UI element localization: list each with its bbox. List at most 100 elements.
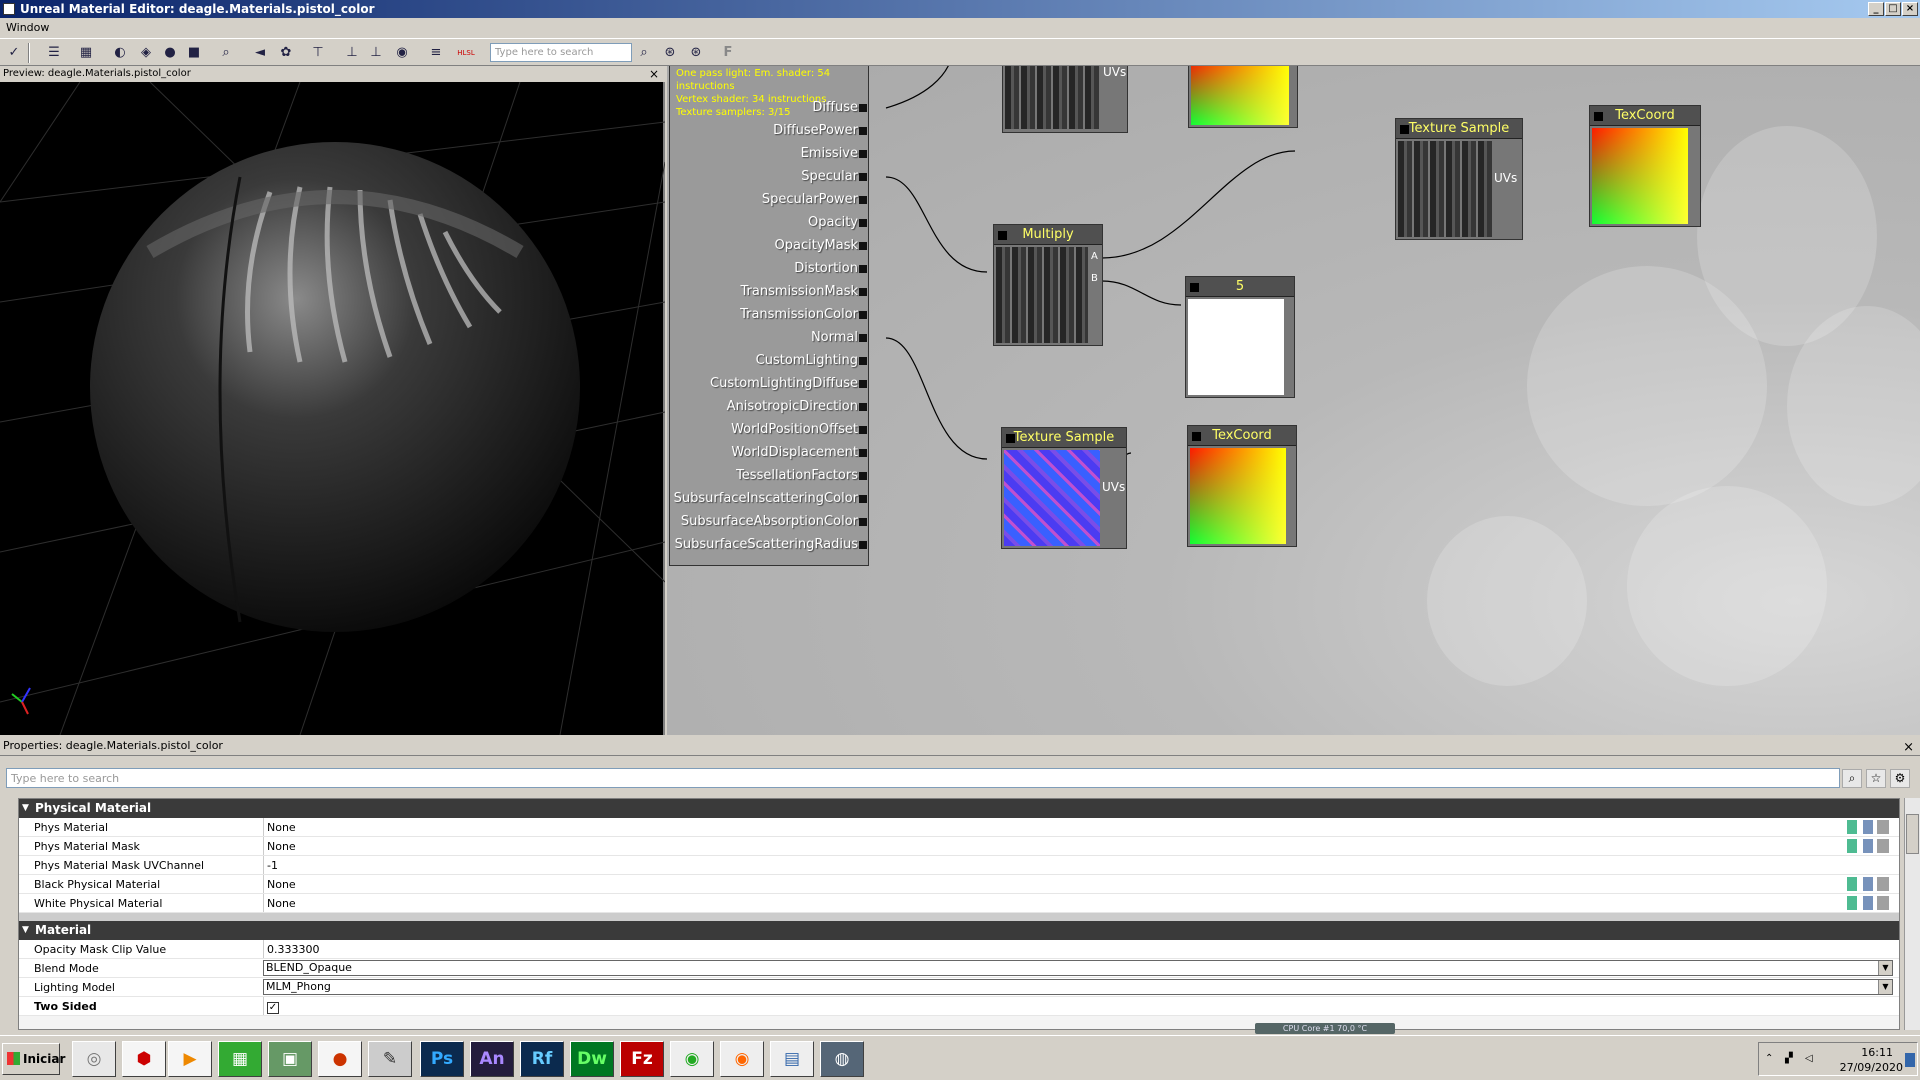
uvs-pin[interactable]: UVs	[1102, 480, 1125, 494]
toggle-live-icon[interactable]: ⊥	[366, 43, 386, 63]
pin-subsurface-absorption-color[interactable]: SubsurfaceAbsorptionColor	[668, 510, 867, 533]
pin-a[interactable]: A	[1091, 251, 1098, 262]
taskbar-animate-icon[interactable]: An	[470, 1041, 514, 1077]
clock-time[interactable]: 16:11	[1861, 1046, 1893, 1059]
cylinder-preview-icon[interactable]: ◐	[110, 43, 130, 63]
pin-transmission-color[interactable]: TransmissionColor	[668, 303, 867, 326]
connector-icon[interactable]: ⊤	[308, 43, 328, 63]
sphere-preview-icon[interactable]: ●	[160, 43, 180, 63]
property-value[interactable]: None	[263, 894, 1899, 912]
lighting-model-select[interactable]: MLM_Phong ▼	[263, 979, 1893, 995]
taskbar-rf-icon[interactable]: Rf	[520, 1041, 564, 1077]
chevron-down-icon[interactable]: ▼	[1878, 961, 1892, 975]
pin-specular-power[interactable]: SpecularPower	[668, 188, 867, 211]
maximize-button[interactable]: □	[1885, 2, 1901, 16]
multiply-node[interactable]: Multiply A B	[993, 224, 1103, 346]
pin-custom-lighting[interactable]: CustomLighting	[668, 349, 867, 372]
taskbar-network-icon[interactable]: ▤	[770, 1041, 814, 1077]
preview-close-icon[interactable]: ×	[649, 66, 659, 82]
pin-subsurface-inscattering-color[interactable]: SubsurfaceInscatteringColor	[668, 487, 867, 510]
taskbar-firefox-icon[interactable]: ◉	[720, 1041, 764, 1077]
property-row[interactable]: Phys Material None	[19, 818, 1899, 837]
taskbar-chrome-icon[interactable]: ◉	[670, 1041, 714, 1077]
texcoord-node-bottom[interactable]: TexCoord	[1187, 425, 1297, 547]
asset-actions-icon[interactable]	[1847, 820, 1889, 834]
taskbar-app-icon[interactable]: ◎	[72, 1041, 116, 1077]
pin-distortion[interactable]: Distortion	[668, 257, 867, 280]
property-row[interactable]: Phys Material Mask None	[19, 837, 1899, 856]
close-button[interactable]: ×	[1902, 2, 1918, 16]
pin-diffuse-power[interactable]: DiffusePower	[668, 119, 867, 142]
material-graph-canvas[interactable]: One pass light: Em. shader: 54 instructi…	[667, 66, 1920, 735]
property-row[interactable]: Blend Mode BLEND_Opaque ▼	[19, 959, 1899, 978]
taskbar-dreamweaver-icon[interactable]: Dw	[570, 1041, 614, 1077]
properties-close-icon[interactable]: ×	[1903, 738, 1914, 758]
property-row[interactable]: Two Sided ✓	[19, 997, 1899, 1016]
taskbar-photoshop-icon[interactable]: Ps	[420, 1041, 464, 1077]
blend-mode-select[interactable]: BLEND_Opaque ▼	[263, 960, 1893, 976]
search-icon[interactable]: ⌕	[634, 43, 654, 63]
taskbar-window-icon[interactable]: ▣	[268, 1041, 312, 1077]
texture-sample-node-partial[interactable]: UVs	[1002, 66, 1128, 133]
property-row[interactable]: Black Physical Material None	[19, 875, 1899, 894]
material-output-node[interactable]: One pass light: Em. shader: 54 instructi…	[669, 66, 869, 566]
plane-preview-icon[interactable]: ■	[184, 43, 204, 63]
volume-icon[interactable]: ◁	[1805, 1053, 1813, 1064]
taskbar-app-icon[interactable]: ◍	[820, 1041, 864, 1077]
taskbar-sheet-icon[interactable]: ▦	[218, 1041, 262, 1077]
grid-icon[interactable]: ▦	[76, 43, 96, 63]
hlsl-icon[interactable]: HLSL	[456, 43, 476, 63]
properties-scrollbar[interactable]	[1904, 798, 1920, 1030]
clock-date[interactable]: 27/09/2020	[1840, 1061, 1903, 1074]
chevron-down-icon[interactable]: ▼	[1878, 980, 1892, 994]
apply-icon[interactable]: ✓	[4, 43, 24, 63]
view-icon[interactable]: ◉	[392, 43, 412, 63]
category-material[interactable]: Material	[19, 921, 1899, 940]
toggle-preview-icon[interactable]: ⊥	[342, 43, 362, 63]
realtime-icon[interactable]: ✿	[276, 43, 296, 63]
pin-normal[interactable]: Normal	[668, 326, 867, 349]
stats-icon[interactable]: ≡	[426, 43, 446, 63]
texture-sample-node-top[interactable]: Texture Sample UVs	[1395, 118, 1523, 240]
pin-subsurface-scattering-radius[interactable]: SubsurfaceScatteringRadius	[668, 533, 867, 556]
pin-b[interactable]: B	[1091, 273, 1098, 284]
filter-icon[interactable]: ⚙	[1890, 769, 1910, 788]
notification-icon[interactable]	[1905, 1053, 1915, 1067]
pin-opacity[interactable]: Opacity	[668, 211, 867, 234]
uvs-pin[interactable]: UVs	[1103, 66, 1126, 79]
asset-actions-icon[interactable]	[1847, 877, 1889, 891]
pin-emissive[interactable]: Emissive	[668, 142, 867, 165]
property-row[interactable]: Phys Material Mask UVChannel -1	[19, 856, 1899, 875]
preview-viewport[interactable]: Preview: deagle.Materials.pistol_color ×	[0, 66, 665, 735]
taskbar-app-icon[interactable]: ●	[318, 1041, 362, 1077]
pin-specular[interactable]: Specular	[668, 165, 867, 188]
search-icon[interactable]: ⌕	[1842, 769, 1862, 788]
taskbar-filezilla-icon[interactable]: Fz	[620, 1041, 664, 1077]
property-value[interactable]: 0.333300	[263, 940, 1899, 958]
property-row[interactable]: White Physical Material None	[19, 894, 1899, 913]
pin-transmission-mask[interactable]: TransmissionMask	[668, 280, 867, 303]
pin-world-displacement[interactable]: WorldDisplacement	[668, 441, 867, 464]
asset-actions-icon[interactable]	[1847, 839, 1889, 853]
menu-window[interactable]: Window	[6, 21, 49, 34]
pin-anisotropic-direction[interactable]: AnisotropicDirection	[668, 395, 867, 418]
pin-custom-lighting-diffuse[interactable]: CustomLightingDiffuse	[668, 372, 867, 395]
property-value[interactable]: None	[263, 818, 1899, 836]
constant-node[interactable]: 5	[1185, 276, 1295, 398]
search-next-icon[interactable]: ⊛	[686, 43, 706, 63]
tray-expand-icon[interactable]: ⌃	[1765, 1053, 1773, 1064]
pin-diffuse[interactable]: Diffuse	[668, 96, 867, 119]
toolbar-search-input[interactable]: Type here to search	[490, 43, 632, 62]
two-sided-checkbox[interactable]: ✓	[263, 997, 1899, 1015]
back-icon[interactable]: ◄	[250, 43, 270, 63]
cube-preview-icon[interactable]: ◈	[136, 43, 156, 63]
properties-search-input[interactable]: Type here to search	[6, 768, 1840, 788]
property-row[interactable]: Lighting Model MLM_Phong ▼	[19, 978, 1899, 997]
network-icon[interactable]: ▞	[1785, 1053, 1793, 1064]
start-button[interactable]: Iniciar	[2, 1043, 65, 1075]
texcoord-node-partial[interactable]	[1188, 66, 1298, 128]
pin-opacity-mask[interactable]: OpacityMask	[668, 234, 867, 257]
scrollbar-thumb[interactable]	[1906, 814, 1919, 854]
pin-world-position-offset[interactable]: WorldPositionOffset	[668, 418, 867, 441]
asset-actions-icon[interactable]	[1847, 896, 1889, 910]
